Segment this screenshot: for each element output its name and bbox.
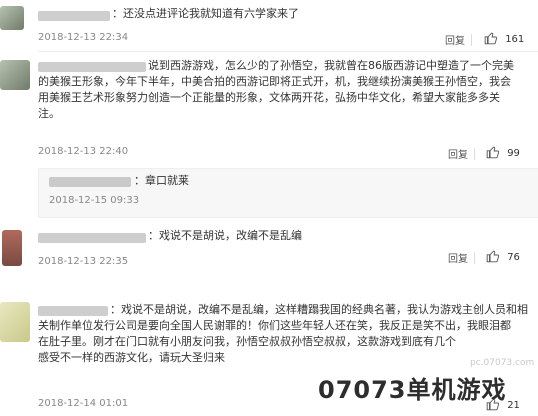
comment-line: 感受不一样的西游文化，请玩大圣归来 bbox=[38, 351, 225, 364]
avatar[interactable] bbox=[0, 60, 30, 90]
watermark-logo-text: 07073单机游戏 bbox=[318, 376, 507, 404]
comment-date: 2018-12-13 22:40 bbox=[38, 146, 129, 157]
screenshot-gap bbox=[0, 278, 538, 288]
divider bbox=[474, 148, 475, 160]
thumbs-up-icon bbox=[484, 32, 498, 45]
comment-line: 关制作单位发行公司是要向全国人民谢罪的！你们这些年轻人还在笑，我反正是笑不出，我… bbox=[38, 319, 511, 332]
like-button[interactable]: 99 bbox=[486, 145, 520, 159]
comment-line: 的美猴王形象，今年下半年，中美合拍的西游记即将正式开，机，我继续扮演美猴王孙悟空… bbox=[38, 75, 511, 88]
comment-line: ：戏说不是胡说，改编不是乱编，这样糟蹋我国的经典名著，我认为游戏主创人员和相 bbox=[110, 303, 528, 316]
like-count: 161 bbox=[505, 34, 525, 45]
thumbs-up-icon bbox=[486, 146, 500, 159]
comment-line: 说到西游游戏，怎么少的了孙悟空，我就曾在86版西游记中塑造了一个完美 bbox=[148, 59, 514, 72]
avatar[interactable] bbox=[0, 6, 24, 30]
comment-line: 用美猴王艺术形象努力创造一个正能量的形象，文体两开花，弘扬中华文化，希望大家能多… bbox=[38, 91, 500, 104]
divider bbox=[474, 252, 475, 264]
username-blurred[interactable] bbox=[38, 233, 146, 243]
comment-line: 注。 bbox=[38, 107, 60, 120]
sub-reply-text: ：章口就莱 bbox=[134, 174, 189, 187]
comment-text: ：戏说不是胡说，改编不是乱编 bbox=[148, 229, 302, 242]
reply-button[interactable]: 回复 bbox=[448, 146, 468, 161]
like-count: 21 bbox=[507, 400, 520, 411]
divider bbox=[471, 34, 472, 46]
comment-date: 2018-12-14 01:01 bbox=[38, 398, 129, 409]
like-count: 99 bbox=[507, 148, 520, 159]
like-button[interactable]: 161 bbox=[484, 31, 524, 45]
comment-text: ：戏说不是胡说，改编不是乱编，这样糟蹋我国的经典名著，我认为游戏主创人员和相 关… bbox=[38, 302, 530, 366]
comment-line: 在肚子里。刚才在门口就有小朋友问我，孙悟空叔叔孙悟空叔叔，这款游戏到底有几个 bbox=[38, 335, 456, 348]
avatar[interactable] bbox=[2, 230, 22, 266]
comment-date: 2018-12-13 22:34 bbox=[38, 32, 129, 43]
thumbs-up-icon bbox=[486, 250, 500, 263]
comment-text: ：还没点进评论我就知道有六学家来了 bbox=[112, 7, 299, 20]
sub-reply-date: 2018-12-15 09:33 bbox=[49, 195, 140, 206]
sub-reply-box: ：章口就莱 2018-12-15 09:33 bbox=[38, 168, 538, 218]
comment-card-2: 说到西游游戏，怎么少的了孙悟空，我就曾在86版西游记中塑造了一个完美 的美猴王形… bbox=[0, 52, 538, 166]
username-blurred[interactable] bbox=[49, 177, 131, 187]
comment-card-3: ：戏说不是胡说，改编不是乱编 2018-12-13 22:35 回复 76 bbox=[0, 220, 538, 278]
username-blurred[interactable] bbox=[38, 11, 110, 21]
reply-button[interactable]: 回复 bbox=[448, 250, 468, 265]
watermark-url: pc.07073.com bbox=[470, 358, 535, 368]
like-button[interactable]: 76 bbox=[486, 249, 520, 263]
comment-date: 2018-12-13 22:35 bbox=[38, 256, 129, 267]
comment-text: 说到西游游戏，怎么少的了孙悟空，我就曾在86版西游记中塑造了一个完美 的美猴王形… bbox=[38, 58, 528, 122]
comment-card-1: ：还没点进评论我就知道有六学家来了 2018-12-13 22:34 回复 16… bbox=[0, 0, 538, 52]
like-count: 76 bbox=[507, 252, 520, 263]
reply-button[interactable]: 回复 bbox=[445, 32, 465, 47]
avatar[interactable] bbox=[0, 302, 30, 342]
